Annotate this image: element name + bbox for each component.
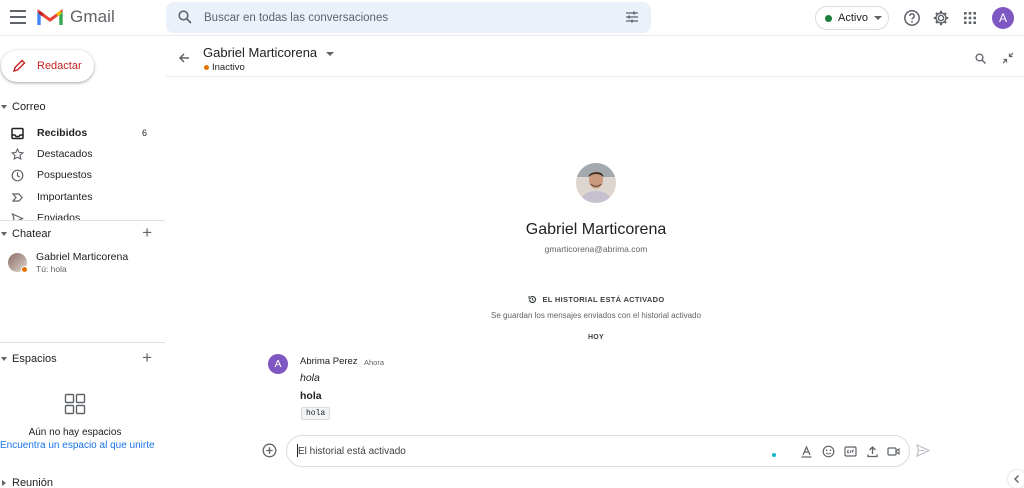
sender-avatar[interactable]: A (268, 354, 288, 374)
last-message-preview: Tú: hola (36, 264, 67, 274)
status-dot (825, 14, 832, 22)
top-bar: Gmail Activo A (0, 0, 1024, 36)
contact-name: Gabriel Marticorena (36, 251, 129, 263)
pencil-icon (12, 59, 26, 73)
video-call-icon[interactable] (887, 445, 900, 458)
add-circle-icon[interactable] (262, 443, 277, 458)
status-dot (21, 266, 28, 273)
find-space-link[interactable]: Encuentra un espacio al que unirte (0, 440, 160, 451)
unread-count: 6 (141, 128, 147, 138)
send-icon (11, 212, 24, 220)
sidebar-item-label: Recibidos (37, 127, 88, 139)
search-bar[interactable] (166, 2, 651, 33)
gmail-m-icon (37, 9, 63, 25)
collapse-arrow-icon (1, 105, 7, 109)
meet-section-header[interactable]: Reunión (0, 475, 165, 488)
history-status-title: EL HISTORIAL ESTÁ ACTIVADO (446, 295, 746, 304)
compose-label: Redactar (37, 60, 82, 72)
message-timestamp: Ahora (364, 358, 385, 367)
contact-photo (576, 163, 616, 203)
minimize-icon[interactable] (1002, 52, 1014, 64)
new-space-plus-icon[interactable]: + (142, 349, 152, 366)
message-composer[interactable] (286, 435, 910, 467)
star-icon (11, 147, 24, 160)
gmail-logo[interactable]: Gmail (37, 7, 115, 27)
person-photo-icon (576, 163, 616, 203)
conversation-title[interactable]: Gabriel Marticorena (203, 45, 317, 60)
chevron-down-icon (873, 16, 882, 20)
clock-icon (11, 169, 24, 181)
chevron-down-icon[interactable] (326, 52, 334, 56)
sidebar: Redactar Correo Recibidos 6 Destacados P… (0, 37, 165, 488)
message-text-bold: hola (300, 390, 322, 402)
history-title-text: EL HISTORIAL ESTÁ ACTIVADO (542, 295, 665, 304)
contact-email: gmarticorena@abrima.com (544, 244, 648, 254)
mail-section-header[interactable]: Correo (0, 99, 165, 115)
emoji-icon[interactable] (822, 445, 835, 458)
conversation-panel: Gabriel Marticorena Inactivo Gabriel Mar… (166, 37, 1024, 488)
search-options-icon[interactable] (625, 10, 639, 24)
message-text-code: hola (301, 407, 331, 420)
contact-avatar (8, 253, 28, 273)
side-panel-toggle[interactable] (1008, 470, 1024, 488)
message-text-italic: hola (300, 372, 320, 384)
history-icon (528, 295, 536, 304)
sidebar-item-snoozed[interactable]: Pospuestos (0, 165, 160, 185)
main-menu-icon[interactable] (10, 10, 26, 24)
search-icon[interactable] (178, 10, 192, 24)
settings-gear-icon[interactable] (932, 9, 950, 27)
search-input[interactable] (204, 8, 604, 28)
upload-icon[interactable] (866, 445, 879, 458)
text-format-icon[interactable] (800, 445, 813, 458)
chevron-left-icon (1014, 475, 1019, 483)
apps-grid-icon[interactable] (961, 9, 979, 27)
help-icon[interactable] (903, 9, 921, 27)
sidebar-item-sent[interactable]: Enviados (0, 208, 160, 220)
new-chat-plus-icon[interactable]: + (142, 224, 152, 241)
status-label: Activo (838, 12, 868, 24)
contact-status: Inactivo (204, 62, 245, 73)
day-divider: HOY (587, 334, 605, 341)
chat-section-title: Chatear (12, 228, 52, 240)
spaces-empty-message: Aún no hay espacios (28, 427, 122, 438)
inbox-icon (11, 127, 24, 139)
app-name: Gmail (70, 7, 115, 26)
collapse-arrow-icon (1, 357, 7, 361)
meet-section-title: Reunión (12, 477, 53, 488)
mail-section-title: Correo (12, 101, 46, 113)
sidebar-item-inbox[interactable]: Recibidos 6 (0, 123, 160, 143)
gif-icon[interactable] (844, 445, 857, 458)
section-divider (0, 220, 165, 221)
sidebar-item-label: Pospuestos (37, 169, 92, 181)
sidebar-item-starred[interactable]: Destacados (0, 144, 160, 164)
sender-name: Abrima Perez (300, 356, 358, 367)
sidebar-item-label: Importantes (37, 191, 93, 203)
sidebar-item-important[interactable]: Importantes (0, 187, 160, 207)
spaces-grid-icon (64, 393, 86, 415)
send-message-icon[interactable] (916, 444, 930, 457)
status-selector[interactable]: Activo (815, 6, 889, 30)
search-in-chat-icon[interactable] (975, 53, 986, 64)
chat-list-item[interactable]: Gabriel Marticorena Tú: hola (8, 251, 158, 277)
sidebar-item-label: Enviados (37, 212, 81, 220)
status-dot (204, 65, 209, 70)
chat-section-header[interactable]: Chatear + (0, 224, 165, 242)
expand-arrow-icon (2, 480, 6, 486)
message-input[interactable] (298, 443, 738, 459)
account-avatar[interactable]: A (992, 7, 1014, 29)
contact-status-label: Inactivo (212, 62, 245, 73)
spaces-section-title: Espacios (12, 353, 57, 365)
sidebar-item-label: Destacados (37, 148, 93, 160)
back-arrow-icon[interactable] (178, 52, 190, 64)
conversation-header: Gabriel Marticorena Inactivo (166, 37, 1024, 77)
section-divider (0, 342, 165, 343)
collapse-arrow-icon (1, 232, 7, 236)
grammar-dot (772, 453, 776, 457)
spaces-section-header[interactable]: Espacios + (0, 349, 165, 367)
contact-name-heading: Gabriel Marticorena (525, 221, 667, 238)
history-description: Se guardan los mensajes enviados con el … (491, 311, 701, 320)
compose-button[interactable]: Redactar (1, 50, 94, 82)
label-important-icon (11, 192, 24, 202)
